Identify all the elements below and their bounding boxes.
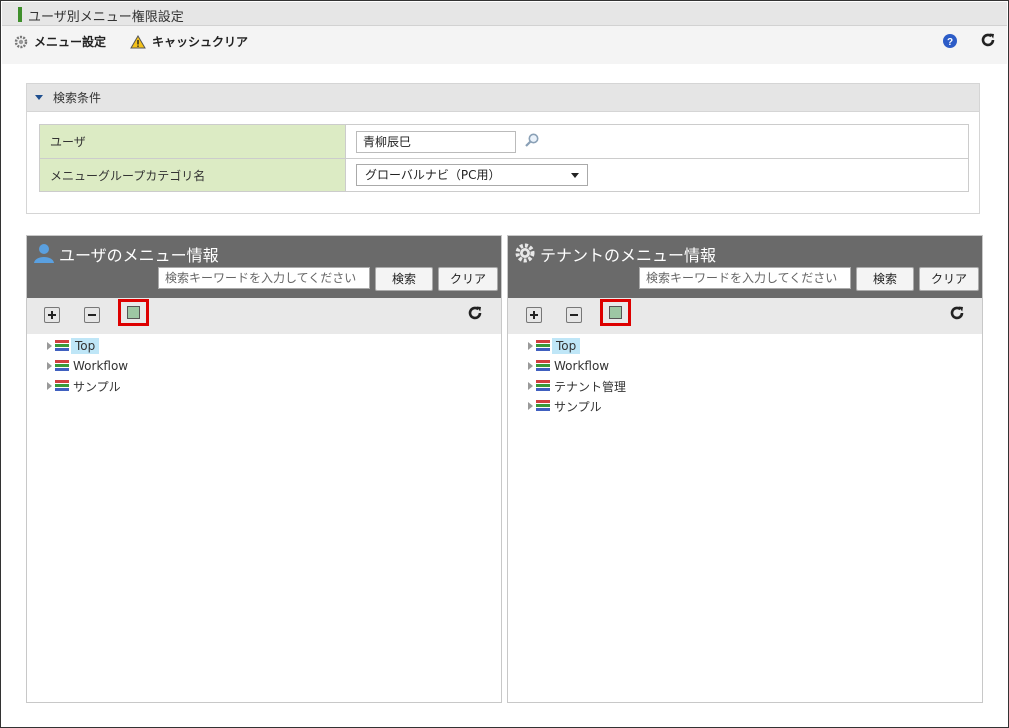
menu-node-icon: [55, 379, 69, 393]
user-label: ユーザ: [40, 125, 346, 158]
user-menu-panel-title: ユーザのメニュー情報: [59, 246, 219, 265]
collapse-all-button[interactable]: [566, 307, 582, 323]
gear-icon: [14, 35, 28, 48]
toolbar: メニュー設定 キャッシュクリア ?: [2, 26, 1007, 64]
expand-triangle-icon[interactable]: [47, 342, 52, 350]
tree-node-sample[interactable]: サンプル: [47, 376, 128, 396]
tenant-menu-panel: テナントのメニュー情報 検索キーワードを入力してください 検索 クリア Top …: [507, 235, 983, 703]
expand-all-button[interactable]: [526, 307, 542, 323]
search-conditions-header[interactable]: 検索条件: [27, 84, 979, 112]
menu-settings-label: メニュー設定: [34, 35, 107, 49]
highlighted-tree-button[interactable]: [118, 299, 149, 326]
tree-config-icon: [127, 306, 140, 319]
tenant-menu-tree: Top Workflow テナント管理 サンプル: [528, 336, 626, 416]
warning-icon: [130, 34, 146, 48]
user-tree-toolbar: [27, 298, 501, 334]
user-keyword-input[interactable]: 検索キーワードを入力してください: [158, 267, 370, 289]
category-row: メニューグループカテゴリ名 グローバルナビ（PC用）: [40, 159, 968, 191]
search-conditions-title: 検索条件: [53, 91, 102, 105]
search-icon[interactable]: [524, 132, 540, 151]
menu-settings-button[interactable]: メニュー設定: [14, 33, 106, 50]
tree-node-top[interactable]: Top: [47, 336, 128, 356]
tenant-tree-refresh-icon[interactable]: [949, 305, 965, 324]
tenant-clear-button[interactable]: クリア: [919, 267, 979, 291]
tree-node-label: Workflow: [554, 359, 610, 373]
window-frame: ユーザ別メニュー権限設定 メニュー設定 キャッシュクリア ? 検索条件 ユーザ …: [0, 0, 1009, 728]
title-marker: [18, 7, 22, 22]
category-label: メニューグループカテゴリ名: [40, 159, 346, 191]
svg-text:?: ?: [947, 37, 953, 48]
tree-node-tenant-admin[interactable]: テナント管理: [528, 376, 626, 396]
user-search-button[interactable]: 検索: [375, 267, 433, 291]
tree-node-workflow[interactable]: Workflow: [47, 356, 128, 376]
expand-triangle-icon[interactable]: [528, 382, 533, 390]
user-menu-panel-header: ユーザのメニュー情報 検索キーワードを入力してください 検索 クリア: [27, 236, 501, 298]
menu-node-icon: [55, 339, 69, 353]
highlighted-tree-button[interactable]: [600, 299, 631, 326]
tenant-menu-panel-header: テナントのメニュー情報 検索キーワードを入力してください 検索 クリア: [508, 236, 982, 298]
tenant-menu-panel-title: テナントのメニュー情報: [540, 246, 717, 265]
tree-node-workflow[interactable]: Workflow: [528, 356, 626, 376]
tree-node-top[interactable]: Top: [528, 336, 626, 356]
category-select[interactable]: グローバルナビ（PC用）: [356, 164, 588, 186]
tree-node-label: サンプル: [73, 379, 121, 394]
user-clear-button[interactable]: クリア: [438, 267, 498, 291]
user-row: ユーザ 青柳辰巳: [40, 125, 968, 159]
menu-node-icon: [536, 339, 550, 353]
category-select-value: グローバルナビ（PC用）: [365, 168, 501, 182]
expand-triangle-icon[interactable]: [528, 402, 533, 410]
refresh-icon[interactable]: [980, 32, 996, 51]
help-icon[interactable]: ?: [942, 33, 958, 52]
tree-node-label: Top: [71, 338, 100, 354]
tree-node-label: Top: [552, 338, 581, 354]
tree-node-label: Workflow: [73, 359, 129, 373]
cache-clear-button[interactable]: キャッシュクリア: [130, 33, 248, 50]
user-menu-tree: Top Workflow サンプル: [47, 336, 128, 396]
user-menu-panel: ユーザのメニュー情報 検索キーワードを入力してください 検索 クリア Top W…: [26, 235, 502, 703]
user-cell: 青柳辰巳: [346, 125, 968, 158]
menu-node-icon: [536, 359, 550, 373]
menu-node-icon: [55, 359, 69, 373]
expand-all-button[interactable]: [44, 307, 60, 323]
expand-triangle-icon[interactable]: [47, 362, 52, 370]
tenant-keyword-input[interactable]: 検索キーワードを入力してください: [639, 267, 851, 289]
search-conditions-table: ユーザ 青柳辰巳 メニューグループカテゴリ名 グローバルナビ（PC用）: [39, 124, 969, 192]
user-input[interactable]: 青柳辰巳: [356, 131, 516, 153]
expand-triangle-icon[interactable]: [528, 362, 533, 370]
menu-node-icon: [536, 399, 550, 413]
cache-clear-label: キャッシュクリア: [152, 35, 249, 49]
tenant-search-button[interactable]: 検索: [856, 267, 914, 291]
expand-triangle-icon[interactable]: [47, 382, 52, 390]
expand-triangle-icon[interactable]: [528, 342, 533, 350]
tree-config-icon: [609, 306, 622, 319]
category-cell: グローバルナビ（PC用）: [346, 159, 968, 191]
tenant-tree-toolbar: [508, 298, 982, 334]
menu-node-icon: [536, 379, 550, 393]
page-title: ユーザ別メニュー権限設定: [28, 10, 184, 25]
tree-node-label: サンプル: [554, 399, 602, 414]
user-tree-refresh-icon[interactable]: [467, 305, 483, 324]
collapse-triangle-icon: [35, 95, 43, 100]
tree-node-sample[interactable]: サンプル: [528, 396, 626, 416]
search-conditions: 検索条件 ユーザ 青柳辰巳 メニューグループカテゴリ名 グローバルナビ（PC用）: [26, 83, 980, 214]
gear-icon: [514, 242, 536, 267]
title-bar: ユーザ別メニュー権限設定: [2, 2, 1007, 26]
user-icon: [33, 242, 55, 267]
tree-node-label: テナント管理: [554, 379, 627, 394]
chevron-down-icon: [571, 173, 579, 178]
collapse-all-button[interactable]: [84, 307, 100, 323]
